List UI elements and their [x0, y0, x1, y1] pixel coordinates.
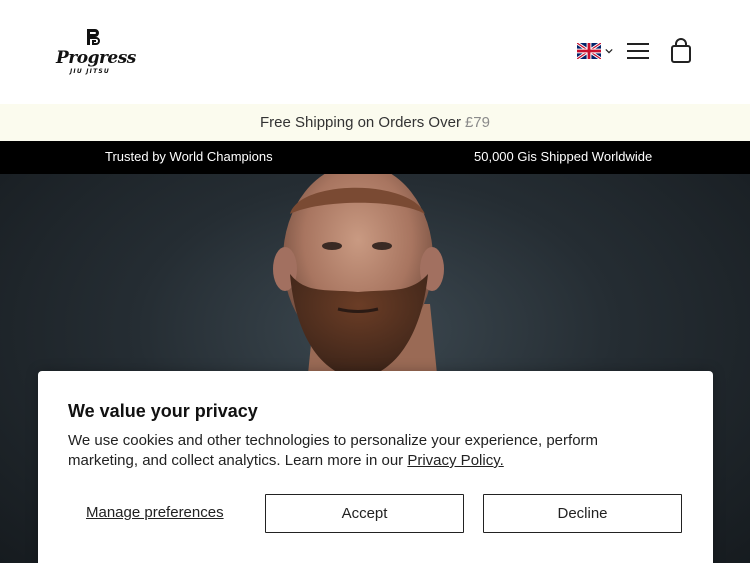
logo-subtext: JIU JITSU — [70, 68, 110, 75]
accept-button[interactable]: Accept — [265, 494, 464, 533]
cookie-title: We value your privacy — [68, 401, 258, 421]
chevron-down-icon — [605, 48, 613, 54]
promo-text: Free Shipping on Orders Over — [260, 114, 461, 131]
trust-item: Trusted by World Champions — [105, 149, 273, 164]
uk-flag-icon — [577, 43, 601, 59]
promo-price: £79 — [464, 114, 490, 131]
cookie-description: We use cookies and other technologies to… — [68, 431, 668, 471]
logo-mark-icon — [87, 29, 100, 45]
shopping-bag-icon[interactable] — [669, 38, 693, 64]
privacy-policy-link[interactable]: Privacy Policy. — [407, 452, 503, 469]
site-header: Progress JIU JITSU — [0, 0, 750, 104]
decline-button[interactable]: Decline — [483, 494, 682, 533]
hamburger-menu-icon[interactable] — [625, 40, 651, 62]
brand-logo[interactable]: Progress JIU JITSU — [56, 28, 136, 78]
trust-item: 50,000 Gis Shipped Worldwide — [474, 149, 653, 164]
cookie-banner: We value your privacy We use cookies and… — [38, 371, 713, 563]
country-selector[interactable] — [577, 42, 615, 60]
trust-bar: Trusted by World Champions 50,000 Gis Sh… — [0, 141, 750, 174]
promo-bar: Free Shipping on Orders Over £79 — [0, 104, 750, 141]
manage-preferences-link[interactable]: Manage preferences — [86, 504, 224, 521]
logo-text: Progress — [56, 48, 136, 68]
cookie-body-text: We use cookies and other technologies to… — [68, 432, 599, 469]
